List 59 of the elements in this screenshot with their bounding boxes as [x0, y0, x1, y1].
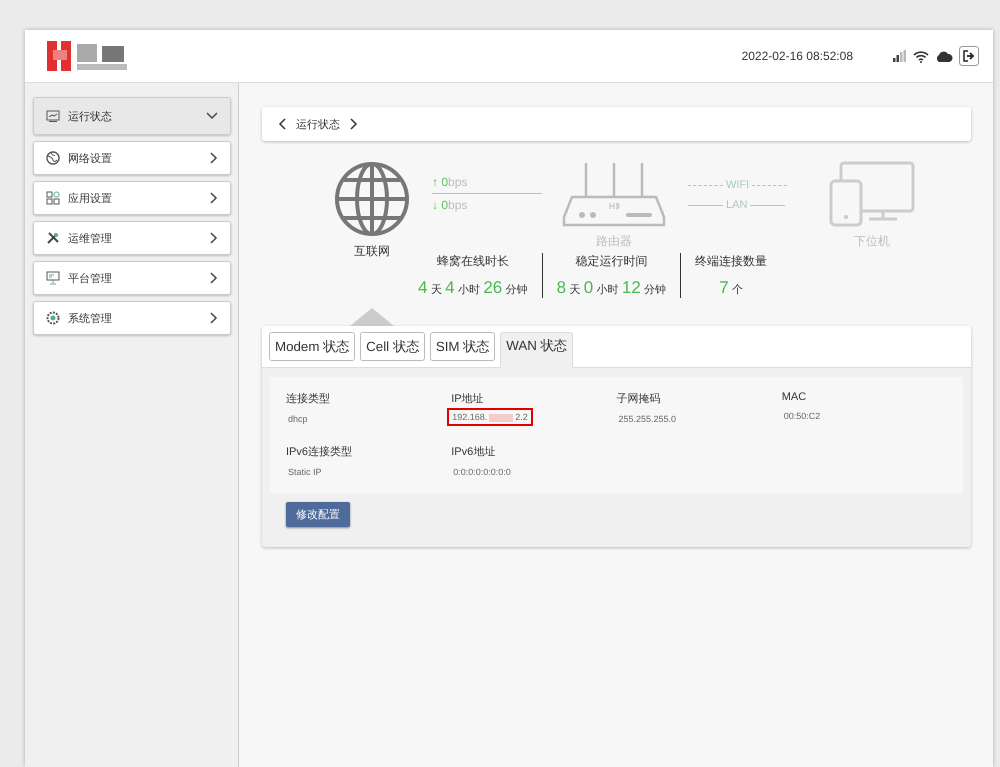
- download-rate: ↓ 0bps: [432, 198, 468, 212]
- wifi-icon[interactable]: [913, 50, 929, 62]
- field-label: 子网掩码: [616, 392, 662, 406]
- sidebar-item[interactable]: 系统管理: [33, 301, 231, 335]
- chevron-right-icon[interactable]: [350, 118, 358, 130]
- stat-label: 终端连接数量: [695, 253, 768, 270]
- sidebar-item[interactable]: 应用设置: [33, 181, 231, 215]
- chevron-right-icon: [210, 232, 218, 244]
- chevron-right-icon: [210, 192, 218, 204]
- tab[interactable]: SIM 状态: [430, 332, 496, 361]
- field-label: IPv6连接类型: [286, 444, 354, 459]
- internet-label: 互联网: [354, 243, 390, 260]
- router-label: 路由器: [596, 233, 632, 250]
- field-value: 0:0:0:0:0:0:0:0: [452, 466, 512, 479]
- chevron-down-icon: [206, 112, 218, 120]
- signal-icon[interactable]: [893, 50, 907, 62]
- chevron-right-icon: [210, 272, 218, 284]
- field-label: IP地址: [451, 392, 485, 406]
- grid-icon: [46, 191, 60, 205]
- wifi-label: WIFI: [726, 179, 750, 191]
- stat-label: 蜂窝在线时长: [436, 253, 509, 270]
- logout-icon[interactable]: [959, 46, 979, 66]
- upload-rate: ↑ 0bps: [432, 175, 468, 189]
- field-value: 00:50:C2: [782, 410, 822, 423]
- wrench-icon: [46, 231, 60, 245]
- devices-icon: [829, 161, 916, 227]
- edit-config-button[interactable]: 修改配置: [286, 502, 350, 527]
- sidebar-item[interactable]: 平台管理: [33, 261, 231, 295]
- lan-label: LAN: [726, 199, 748, 211]
- breadcrumb-title: 运行状态: [296, 118, 340, 132]
- monitor-icon: [46, 271, 60, 285]
- cloud-icon[interactable]: [935, 50, 953, 62]
- field-value: 255.255.255.0: [618, 413, 678, 426]
- monitor-icon: [46, 110, 60, 122]
- chevron-left-icon[interactable]: [278, 118, 286, 130]
- globe-icon: [46, 151, 60, 165]
- router-icon: [562, 161, 666, 227]
- stat-value: 4 天 4 小时 26 分钟: [418, 278, 528, 298]
- chevron-right-icon: [210, 152, 218, 164]
- tab[interactable]: Modem 状态: [269, 332, 356, 361]
- field-label: MAC: [782, 391, 808, 403]
- device-label: 下位机: [854, 233, 890, 250]
- stat-value: 7 个: [719, 278, 744, 298]
- sidebar-item[interactable]: 运行状态: [33, 97, 231, 135]
- field-value: 192.168. 2.2: [447, 408, 533, 426]
- sidebar-item[interactable]: 运维管理: [33, 221, 231, 255]
- stat-label: 稳定运行时间: [575, 253, 648, 270]
- field-value: dhcp: [287, 413, 309, 426]
- field-label: IPv6地址: [451, 445, 496, 459]
- stat-value: 8 天 0 小时 12 分钟: [556, 278, 666, 298]
- field-value: Static IP: [287, 466, 323, 479]
- gear-icon: [46, 311, 60, 325]
- chevron-right-icon: [210, 312, 218, 324]
- globe-icon: [334, 161, 410, 237]
- field-label: 连接类型: [286, 392, 331, 406]
- sidebar-item[interactable]: 网络设置: [33, 141, 231, 175]
- datetime-text: 2022-02-16 08:52:08: [742, 49, 853, 63]
- tab[interactable]: WAN 状态: [500, 332, 573, 368]
- tab[interactable]: Cell 状态: [360, 332, 425, 361]
